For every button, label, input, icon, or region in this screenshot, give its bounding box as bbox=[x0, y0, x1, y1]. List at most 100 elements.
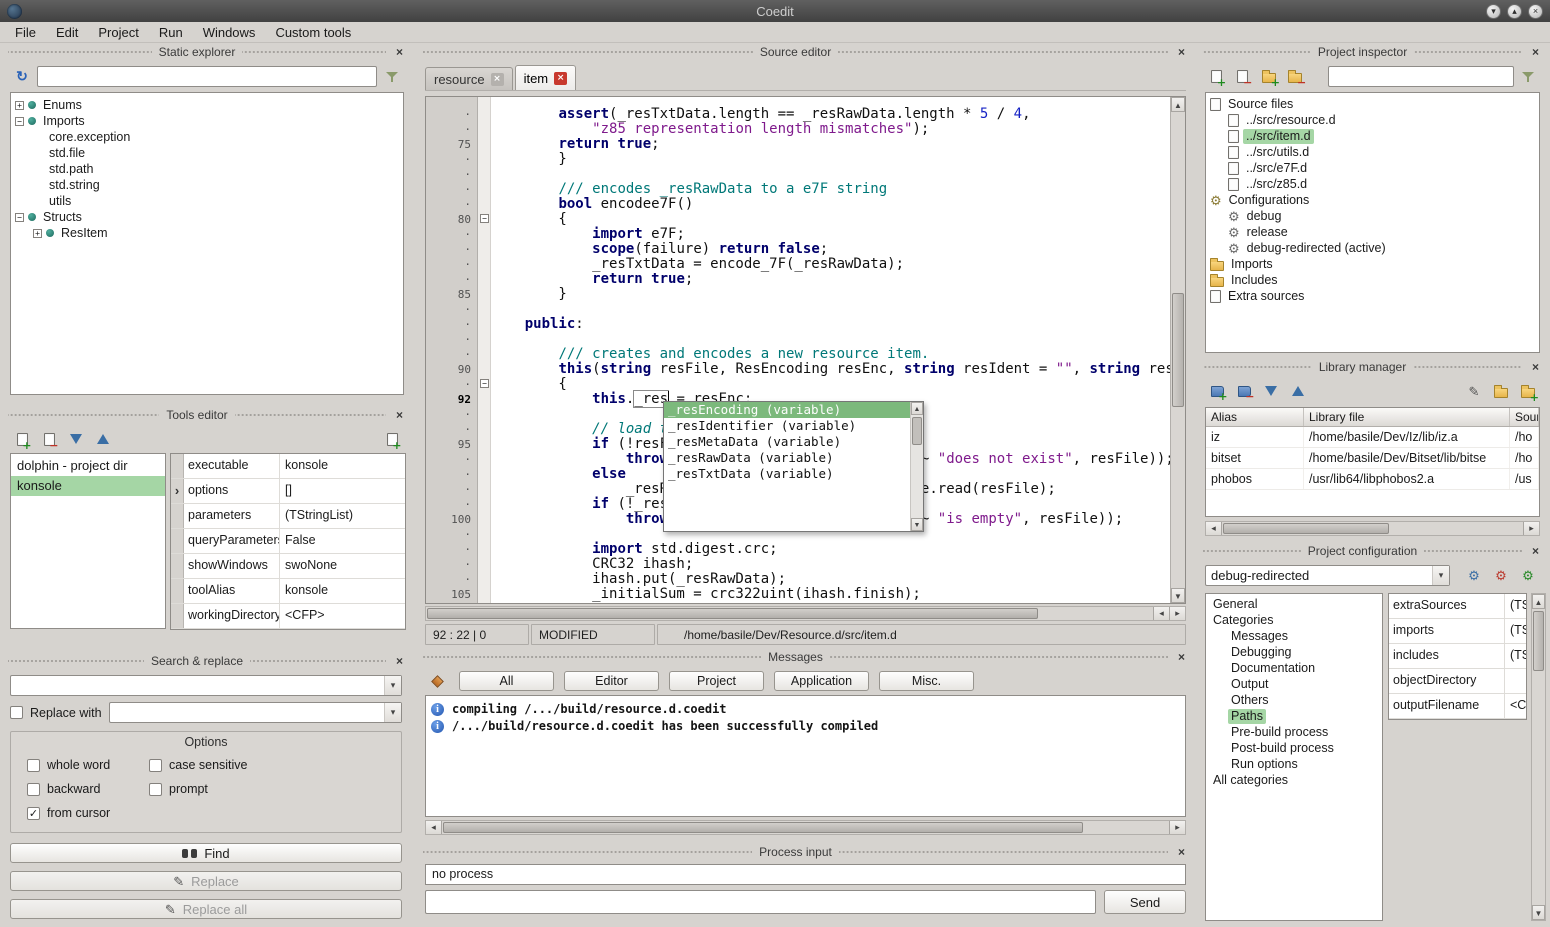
completion-item[interactable]: _resEncoding (variable) bbox=[664, 402, 910, 418]
menu-edit[interactable]: Edit bbox=[46, 23, 88, 42]
completion-scrollbar[interactable]: ▲ ▼ bbox=[910, 402, 923, 531]
clear-messages-button[interactable] bbox=[425, 670, 449, 692]
scroll-thumb[interactable] bbox=[427, 608, 1038, 619]
tab-close-icon[interactable]: × bbox=[554, 72, 567, 85]
column-header-library-file[interactable]: Library file bbox=[1304, 408, 1510, 426]
explorer-node-core-exception[interactable]: core.exception bbox=[11, 129, 403, 145]
explorer-node-utils[interactable]: utils bbox=[11, 193, 403, 209]
filter-all[interactable]: All bbox=[459, 671, 554, 691]
panel-close-icon[interactable]: × bbox=[1175, 845, 1188, 859]
scroll-left-icon[interactable]: ◂ bbox=[426, 821, 442, 834]
refresh-button[interactable]: ↻ bbox=[10, 65, 34, 87]
remove-configuration-button[interactable]: ⚙ bbox=[1489, 564, 1513, 586]
expander-icon[interactable]: + bbox=[15, 101, 24, 110]
move-library-down-button[interactable] bbox=[1259, 380, 1283, 402]
panel-close-icon[interactable]: × bbox=[1175, 45, 1188, 59]
code-area[interactable]: assert(_resTxtData.length == _resRawData… bbox=[491, 97, 1170, 603]
search-term-combobox[interactable]: ▾ bbox=[10, 675, 402, 696]
tab-resource[interactable]: resource× bbox=[425, 67, 513, 90]
add-folder-button[interactable] bbox=[1257, 65, 1280, 87]
checkbox[interactable]: ✓ bbox=[27, 807, 40, 820]
scroll-up-icon[interactable]: ▲ bbox=[1171, 97, 1185, 112]
explorer-node-structs[interactable]: −Structs bbox=[11, 209, 403, 225]
filter-project[interactable]: Project bbox=[669, 671, 764, 691]
messages-horizontal-scrollbar[interactable]: ◂ ▸ bbox=[425, 820, 1186, 835]
scroll-down-icon[interactable]: ▼ bbox=[1171, 588, 1185, 603]
inspector-search-input[interactable] bbox=[1328, 66, 1514, 87]
tool-item-konsole[interactable]: konsole bbox=[11, 476, 165, 496]
menu-project[interactable]: Project bbox=[88, 23, 148, 42]
add-library-button[interactable] bbox=[1205, 380, 1229, 402]
scroll-track[interactable] bbox=[442, 821, 1169, 834]
project-tree[interactable]: Source files../src/resource.d../src/item… bbox=[1205, 92, 1540, 353]
completion-list[interactable]: _resEncoding (variable)_resIdentifier (v… bbox=[664, 402, 910, 531]
option-from-cursor[interactable]: ✓from cursor bbox=[27, 806, 149, 820]
property-value[interactable]: konsole bbox=[280, 454, 405, 478]
menu-file[interactable]: File bbox=[5, 23, 46, 42]
tab-close-icon[interactable]: × bbox=[491, 73, 504, 86]
category-post-build-process[interactable]: Post-build process bbox=[1206, 740, 1382, 756]
maximize-icon[interactable]: ▴ bbox=[1507, 4, 1522, 19]
clone-tool-button[interactable] bbox=[380, 428, 404, 450]
project-node-imports[interactable]: Imports bbox=[1206, 256, 1539, 272]
category-pre-build-process[interactable]: Pre-build process bbox=[1206, 724, 1382, 740]
scroll-track[interactable] bbox=[1222, 522, 1523, 535]
category-output[interactable]: Output bbox=[1206, 676, 1382, 692]
project-node-extra-sources[interactable]: Extra sources bbox=[1206, 288, 1539, 304]
scroll-down-icon[interactable]: ▼ bbox=[1532, 905, 1545, 920]
category-others[interactable]: Others bbox=[1206, 692, 1382, 708]
explorer-node-std-string[interactable]: std.string bbox=[11, 177, 403, 193]
checkbox[interactable] bbox=[149, 783, 162, 796]
category-messages[interactable]: Messages bbox=[1206, 628, 1382, 644]
project-node-debug[interactable]: ⚙debug bbox=[1206, 208, 1539, 224]
fold-icon[interactable]: − bbox=[480, 214, 489, 223]
property-value[interactable]: (TStringList) bbox=[1505, 594, 1526, 618]
filter-application[interactable]: Application bbox=[774, 671, 869, 691]
scroll-left-icon[interactable]: ◂ bbox=[1153, 607, 1169, 620]
panel-close-icon[interactable]: × bbox=[1529, 45, 1542, 59]
panel-close-icon[interactable]: × bbox=[393, 408, 406, 422]
dropdown-icon[interactable]: ▾ bbox=[384, 676, 401, 695]
remove-source-button[interactable] bbox=[1231, 65, 1254, 87]
property-value[interactable]: (TStringList) bbox=[1505, 644, 1526, 668]
explorer-node-std-file[interactable]: std.file bbox=[11, 145, 403, 161]
library-horizontal-scrollbar[interactable]: ◂ ▸ bbox=[1205, 521, 1540, 536]
configuration-categories[interactable]: GeneralCategoriesMessagesDebuggingDocume… bbox=[1205, 593, 1383, 921]
close-icon[interactable]: × bbox=[1528, 4, 1543, 19]
dropdown-icon[interactable]: ▾ bbox=[384, 703, 401, 722]
option-case-sensitive[interactable]: case sensitive bbox=[149, 758, 391, 772]
code-editor[interactable]: ··75····80····85····90·92··95····100····… bbox=[425, 96, 1186, 604]
remove-tool-button[interactable] bbox=[37, 428, 61, 450]
completion-item[interactable]: _resRawData (variable) bbox=[664, 450, 910, 466]
library-row-iz[interactable]: iz/home/basile/Dev/Iz/lib/iz.a/ho bbox=[1206, 427, 1539, 448]
category-run-options[interactable]: Run options bbox=[1206, 756, 1382, 772]
expander-icon[interactable]: − bbox=[15, 213, 24, 222]
clone-configuration-button[interactable]: ⚙ bbox=[1516, 564, 1540, 586]
scroll-right-icon[interactable]: ▸ bbox=[1169, 607, 1185, 620]
project-node-src-utils-d[interactable]: ../src/utils.d bbox=[1206, 144, 1539, 160]
category-categories[interactable]: Categories bbox=[1206, 612, 1382, 628]
menu-custom-tools[interactable]: Custom tools bbox=[265, 23, 361, 42]
add-tool-button[interactable] bbox=[10, 428, 34, 450]
fold-icon[interactable]: − bbox=[480, 379, 489, 388]
project-node-src-z85-d[interactable]: ../src/z85.d bbox=[1206, 176, 1539, 192]
library-row-phobos[interactable]: phobos/usr/lib64/libphobos2.a/us bbox=[1206, 469, 1539, 490]
scroll-thumb[interactable] bbox=[1223, 523, 1389, 534]
explorer-node-resitem[interactable]: +ResItem bbox=[11, 225, 403, 241]
tools-list[interactable]: dolphin - project dirkonsole bbox=[10, 453, 166, 629]
option-backward[interactable]: backward bbox=[27, 782, 149, 796]
property-value[interactable]: <CFP> bbox=[280, 604, 405, 628]
explorer-node-std-path[interactable]: std.path bbox=[11, 161, 403, 177]
move-tool-up-button[interactable] bbox=[91, 428, 115, 450]
explorer-node-enums[interactable]: +Enums bbox=[11, 97, 403, 113]
expander-icon[interactable]: + bbox=[33, 229, 42, 238]
scroll-right-icon[interactable]: ▸ bbox=[1169, 821, 1185, 834]
property-value[interactable]: False bbox=[280, 529, 405, 553]
find-button[interactable]: Find bbox=[10, 843, 402, 863]
message-line[interactable]: icompiling /.../build/resource.d.coedit bbox=[426, 701, 1185, 718]
expander-icon[interactable]: − bbox=[15, 117, 24, 126]
property-value[interactable]: <C bbox=[1505, 694, 1526, 718]
editor-horizontal-scrollbar[interactable]: ◂ ▸ bbox=[425, 606, 1186, 621]
checkbox[interactable] bbox=[149, 759, 162, 772]
column-header-sources[interactable]: Sources bbox=[1510, 408, 1539, 426]
